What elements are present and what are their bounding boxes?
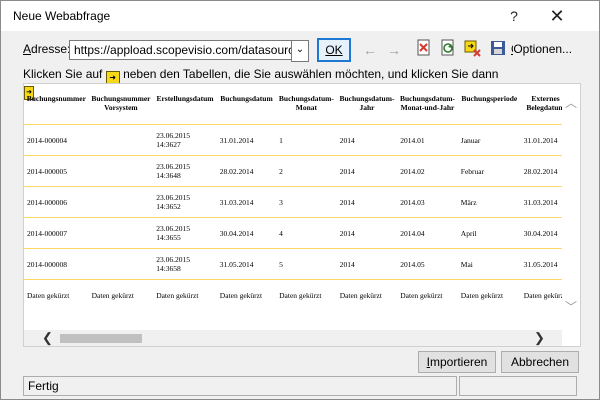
chevron-left-icon[interactable]: ❮	[42, 330, 53, 346]
column-header: Erstellungsdatum	[153, 92, 217, 125]
close-button[interactable]: ✕	[544, 5, 570, 27]
address-toolbar: Adresse: https://appload.scopevisio.com/…	[1, 37, 599, 62]
table-row: 2014-000006 23.06.2015 14:3652 31.03.2014 3…	[24, 186, 580, 218]
column-header: Buchungsdatum	[216, 92, 277, 125]
chevron-down-icon: ⌄	[295, 44, 305, 55]
options-button[interactable]: OOptionen...	[511, 42, 573, 56]
table-row: Daten gekürzt Daten gekürzt Daten gekürzt D…	[24, 279, 580, 310]
dialog-title: Neue Webabfrage	[13, 9, 111, 23]
scrollbar-thumb[interactable]	[60, 334, 142, 343]
hide-icons-icon[interactable]	[463, 39, 481, 57]
table-row: 2014-000008 23.06.2015 14:3658 31.05.2014 5…	[24, 248, 580, 280]
column-header: Buchungsdatum-Jahr	[336, 92, 398, 125]
web-preview-pane: ➜ Buchungsnummer Buchungsnummer Vorsyste…	[23, 83, 581, 347]
back-icon[interactable]: ←	[361, 41, 379, 59]
column-header: Buchungsnummer Vorsystem	[88, 92, 154, 125]
address-input[interactable]: https://appload.scopevisio.com/datasourc…	[69, 40, 293, 60]
cancel-button[interactable]: Abbrechen	[501, 351, 579, 373]
help-button[interactable]: ?	[501, 5, 527, 27]
table-row: 2014-000004 23.06.2015 14:3627 31.01.2014 1…	[24, 124, 580, 156]
chevron-right-icon[interactable]: ❯	[534, 330, 545, 346]
table-header-row: Buchungsnummer Buchungsnummer Vorsystem …	[24, 92, 580, 125]
data-table: Buchungsnummer Buchungsnummer Vorsystem …	[24, 92, 580, 310]
refresh-icon[interactable]	[439, 39, 457, 57]
table-row: 2014-000007 23.06.2015 14:3655 30.04.2014 4…	[24, 217, 580, 249]
column-header: Buchungsnummer	[24, 92, 89, 125]
address-label: Adresse:	[23, 42, 71, 56]
column-header: Buchungsperiode	[457, 92, 521, 125]
forward-icon[interactable]: →	[385, 41, 403, 59]
stop-icon[interactable]	[415, 39, 433, 57]
web-query-dialog: Neue Webabfrage ? ✕ Adresse: https://app…	[0, 0, 600, 400]
save-query-icon[interactable]	[489, 39, 507, 57]
column-header: Buchungsdatum-Monat	[276, 92, 337, 125]
address-dropdown-button[interactable]: ⌄	[291, 40, 309, 62]
chevron-up-icon[interactable]: ︿	[562, 94, 580, 112]
vertical-scrollbar[interactable]: ︿ ﹀	[562, 84, 580, 346]
title-bar: Neue Webabfrage ? ✕	[1, 1, 599, 31]
column-header: Buchungsdatum-Monat-und-Jahr	[397, 92, 458, 125]
ok-button[interactable]: OK	[317, 38, 351, 62]
status-bar: Fertig	[23, 376, 457, 396]
status-bar-progress	[459, 376, 577, 396]
horizontal-scrollbar[interactable]: ❮ ❯	[24, 330, 562, 346]
table-row: 2014-000005 23.06.2015 14:3648 28.02.2014 2…	[24, 155, 580, 187]
import-button[interactable]: Importieren	[418, 351, 496, 373]
chevron-down-icon[interactable]: ﹀	[562, 298, 580, 316]
